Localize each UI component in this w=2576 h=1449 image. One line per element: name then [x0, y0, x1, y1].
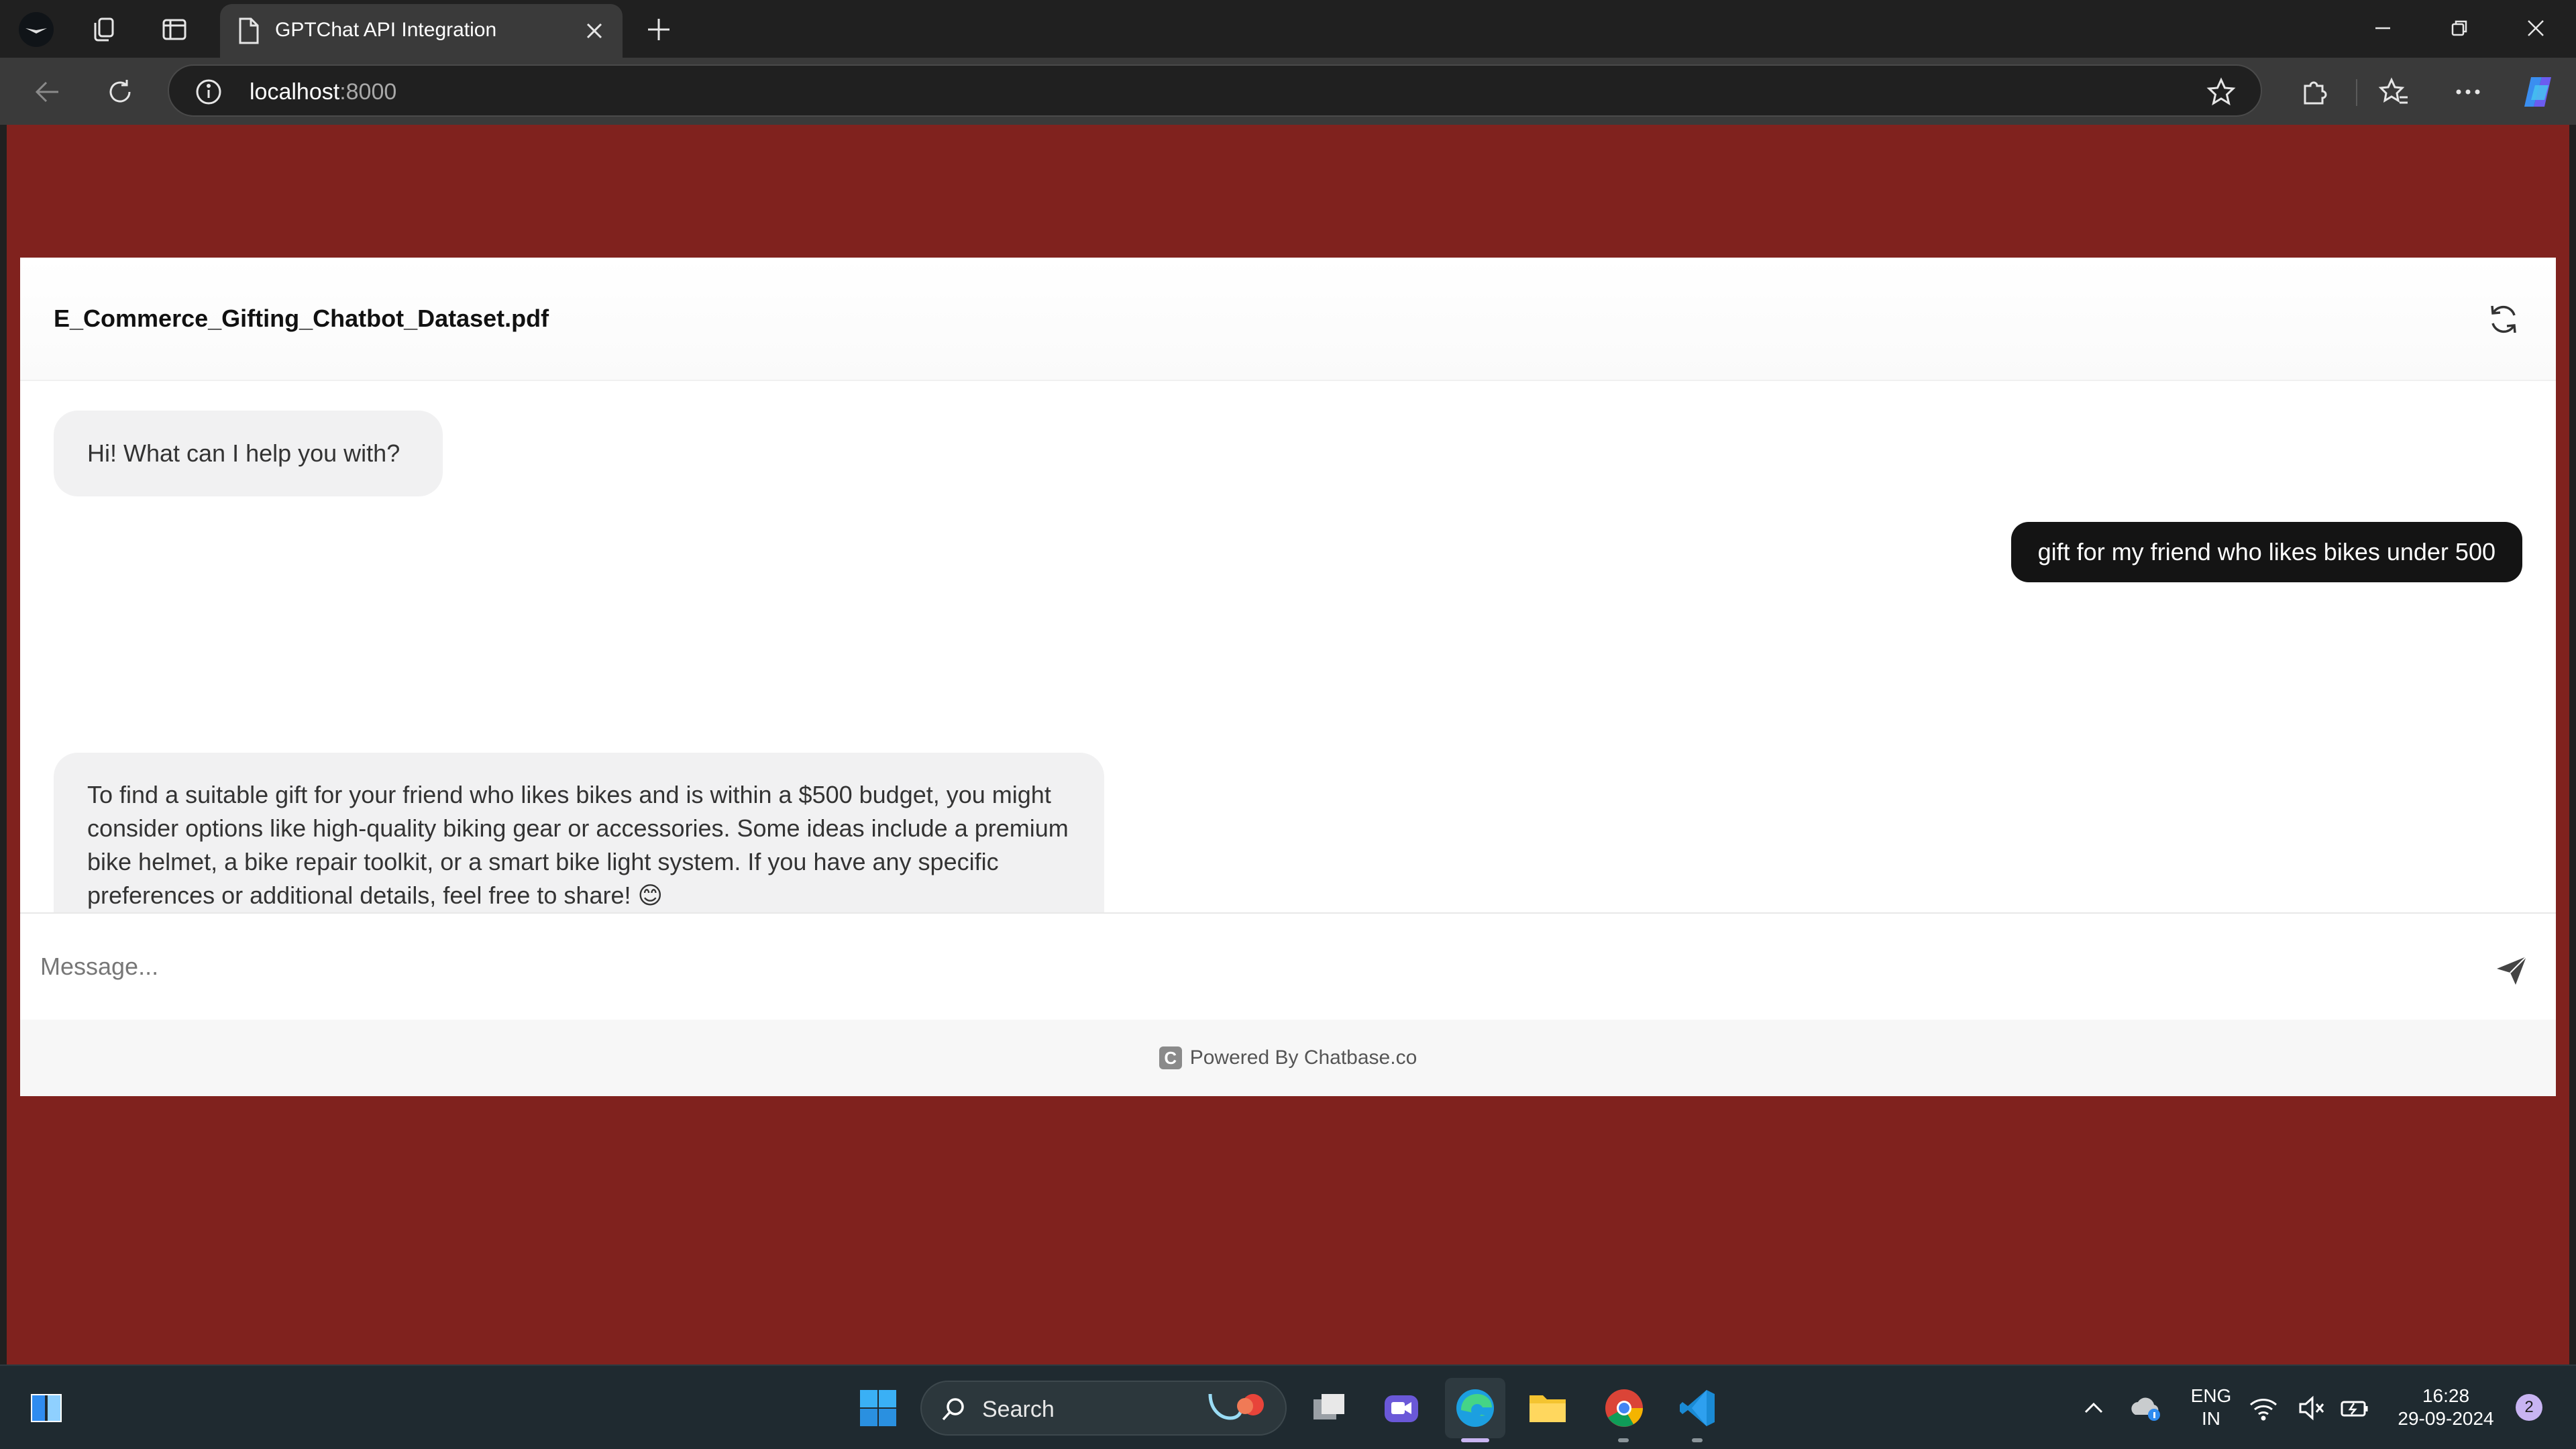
battery-icon[interactable]	[2336, 1378, 2373, 1438]
copilot-icon[interactable]	[2517, 70, 2561, 114]
vscode-running-indicator	[1692, 1438, 1703, 1442]
toolbar-divider	[2356, 79, 2357, 106]
chevron-up-icon[interactable]	[2063, 1378, 2124, 1438]
wifi-icon[interactable]	[2243, 1378, 2284, 1438]
star-icon[interactable]	[2206, 76, 2237, 111]
message-input[interactable]	[20, 914, 2462, 1020]
onedrive-icon[interactable]	[2116, 1378, 2176, 1438]
new-tab-icon[interactable]	[633, 9, 684, 50]
window-close-icon[interactable]	[2502, 7, 2569, 50]
language-indicator[interactable]: ENG IN	[2184, 1385, 2238, 1430]
restore-icon[interactable]	[2426, 7, 2493, 50]
info-icon[interactable]	[195, 78, 223, 109]
chatbase-logo: C	[1159, 1046, 1182, 1069]
clock-time: 16:28	[2422, 1385, 2470, 1406]
more-icon[interactable]	[2446, 70, 2490, 114]
extensions-icon[interactable]	[2292, 70, 2336, 114]
task-view-icon[interactable]	[1299, 1378, 1359, 1438]
windows-start-icon[interactable]	[848, 1378, 908, 1438]
browser-tab[interactable]: GPTChat API Integration	[220, 4, 623, 58]
url-text[interactable]: localhost:8000	[250, 79, 396, 105]
address-bar[interactable]: localhost:8000	[168, 64, 2262, 117]
notification-badge[interactable]: 2	[2516, 1394, 2542, 1421]
close-icon[interactable]	[581, 17, 608, 48]
profile-icon[interactable]	[11, 9, 62, 50]
search-highlight-icon	[1201, 1387, 1275, 1434]
bot-message: To find a suitable gift for your friend …	[54, 753, 1104, 939]
file-explorer-icon[interactable]	[1517, 1378, 1578, 1438]
message-composer	[20, 912, 2556, 1020]
powered-by-text[interactable]: Powered By Chatbase.co	[1190, 1046, 1417, 1069]
browser-toolbar: localhost:8000	[0, 58, 2576, 125]
search-label: Search	[982, 1397, 1055, 1422]
language-code: ENG	[2190, 1385, 2232, 1406]
edge-icon[interactable]	[1445, 1378, 1505, 1438]
edge-active-indicator	[1461, 1438, 1489, 1442]
chat-header: E_Commerce_Gifting_Chatbot_Dataset.pdf	[20, 258, 2556, 381]
chrome-running-indicator	[1618, 1438, 1629, 1442]
volume-muted-icon[interactable]	[2293, 1378, 2330, 1438]
back-icon[interactable]	[25, 70, 70, 114]
meet-icon[interactable]	[1371, 1378, 1432, 1438]
taskbar-search[interactable]: Search	[920, 1381, 1287, 1436]
page-icon	[235, 16, 262, 49]
chrome-icon[interactable]	[1594, 1378, 1654, 1438]
region-code: IN	[2202, 1408, 2220, 1429]
vscode-icon[interactable]	[1668, 1378, 1728, 1438]
widgets-icon[interactable]	[16, 1378, 76, 1438]
search-icon	[939, 1395, 967, 1427]
workspaces-icon[interactable]	[78, 9, 129, 50]
chat-title: E_Commerce_Gifting_Chatbot_Dataset.pdf	[54, 305, 549, 332]
chat-widget: E_Commerce_Gifting_Chatbot_Dataset.pdf H…	[20, 258, 2556, 1096]
tab-title: GPTChat API Integration	[275, 19, 497, 41]
vertical-tabs-icon[interactable]	[149, 9, 200, 50]
send-icon[interactable]	[2493, 951, 2530, 989]
bot-message: Hi! What can I help you with?	[54, 411, 443, 496]
clock[interactable]: 16:28 29-09-2024	[2385, 1385, 2506, 1430]
page-viewport: E_Commerce_Gifting_Chatbot_Dataset.pdf H…	[7, 125, 2569, 1364]
chat-footer: C Powered By Chatbase.co	[20, 1020, 2556, 1096]
minimize-icon[interactable]	[2349, 7, 2416, 50]
reload-icon[interactable]	[98, 70, 142, 114]
refresh-icon[interactable]	[2485, 301, 2522, 338]
user-message: gift for my friend who likes bikes under…	[2010, 522, 2522, 582]
favorites-icon[interactable]	[2372, 70, 2416, 114]
taskbar: Search ENG IN 16:28 29-09-2024 2	[0, 1364, 2576, 1449]
browser-tab-strip: GPTChat API Integration	[0, 0, 2576, 58]
clock-date: 29-09-2024	[2398, 1408, 2494, 1429]
